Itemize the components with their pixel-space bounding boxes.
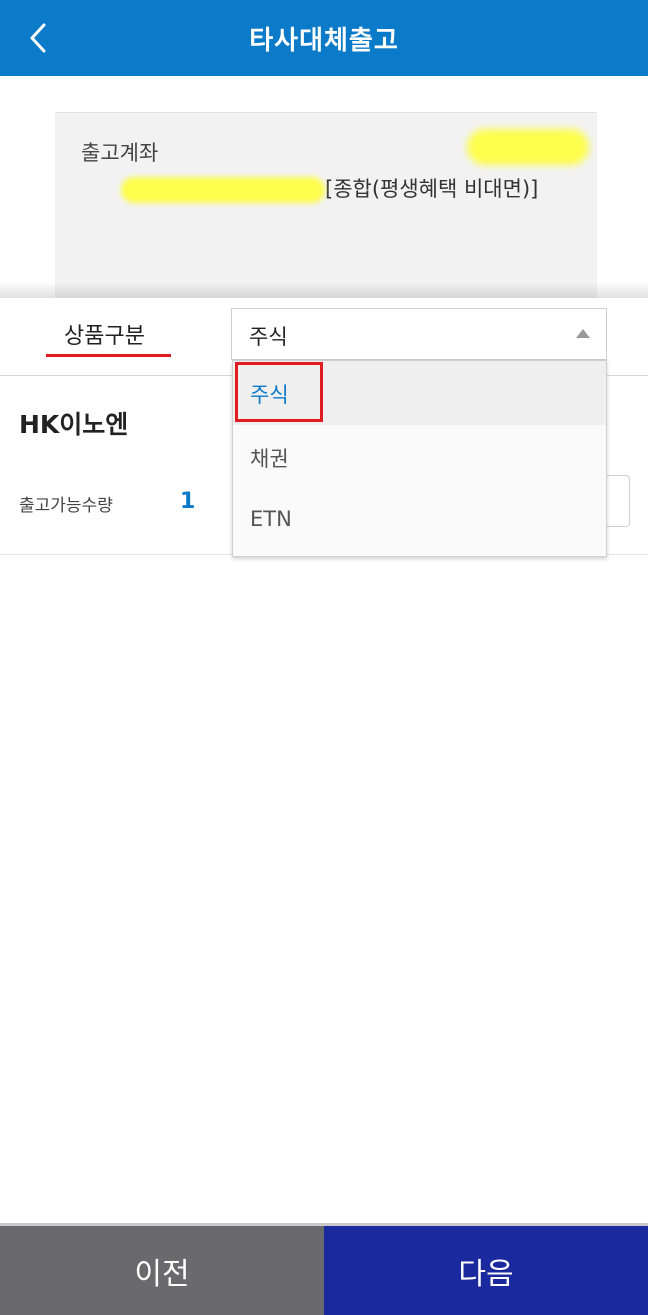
account-type: [종합(평생혜택 비대면)] (325, 177, 539, 201)
footer-bar: 이전 다음 (0, 1223, 648, 1315)
prev-button[interactable]: 이전 (0, 1226, 324, 1315)
next-button[interactable]: 다음 (324, 1226, 648, 1315)
back-button[interactable] (22, 22, 54, 54)
option-label: ETN (250, 507, 292, 531)
panel-shadow (0, 282, 648, 298)
product-type-dropdown: 주식 채권 ETN (232, 360, 607, 557)
page-title: 타사대체출고 (249, 25, 399, 56)
account-panel: 출고계좌 [종합(평생혜택 비대면)] (55, 112, 597, 302)
stock-name: HK이노엔 (19, 410, 129, 439)
option-etn[interactable]: ETN (233, 489, 606, 553)
prev-button-label: 이전 (134, 1256, 190, 1292)
select-current-value: 주식 (249, 325, 288, 349)
available-qty-label: 출고가능수량 (19, 496, 113, 516)
masked-account-number (121, 177, 325, 203)
account-value: [종합(평생혜택 비대면)] (121, 173, 538, 203)
chevron-left-icon (30, 23, 46, 53)
caret-up-icon (576, 329, 590, 338)
product-type-select[interactable]: 주식 (231, 308, 607, 360)
redaction-mark (467, 129, 589, 165)
label-underline (46, 354, 171, 357)
account-label: 출고계좌 (81, 141, 159, 165)
next-button-label: 다음 (458, 1256, 514, 1292)
app-header: 타사대체출고 (0, 0, 648, 76)
selection-highlight-box (235, 362, 323, 422)
option-stock[interactable]: 주식 (233, 361, 606, 425)
option-label: 채권 (250, 447, 289, 471)
product-type-label: 상품구분 (64, 324, 145, 349)
option-bond[interactable]: 채권 (233, 425, 606, 489)
available-qty-value: 1 (180, 489, 196, 514)
